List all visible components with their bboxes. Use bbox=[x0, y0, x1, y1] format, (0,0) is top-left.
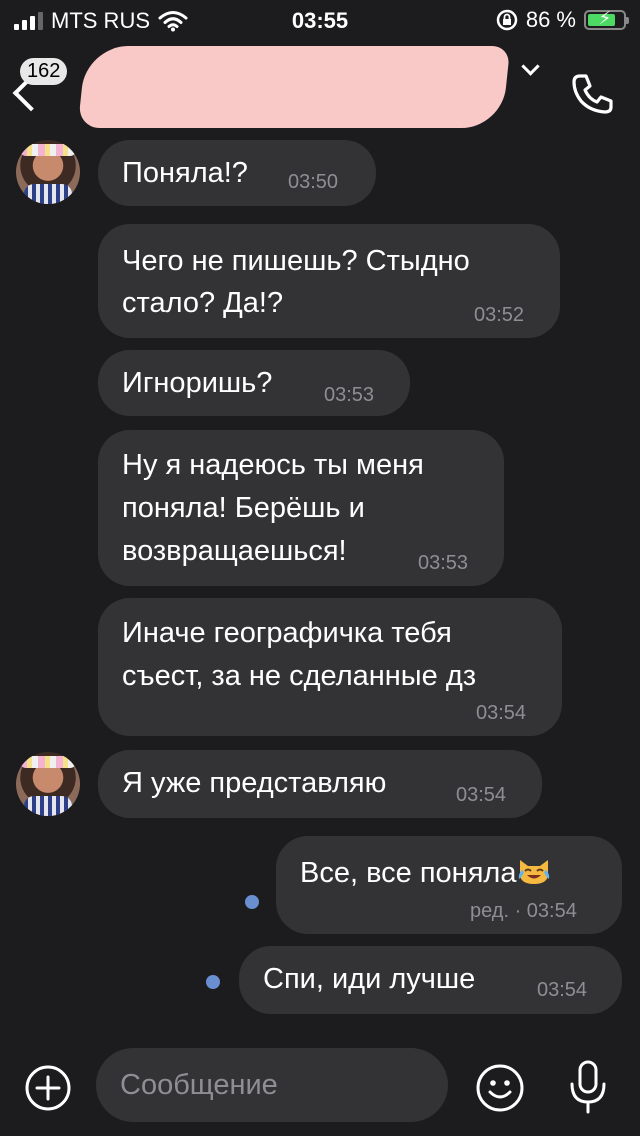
message-bubble[interactable]: Ну я надеюсь ты меня поняла! Берёшь и во… bbox=[98, 430, 504, 586]
message-bubble[interactable]: Спи, иди лучше 03:54 bbox=[239, 946, 622, 1014]
emoji-icon[interactable] bbox=[474, 1062, 526, 1114]
message-text: съест, за не сделанные дз bbox=[122, 660, 477, 692]
message-time: 03:54 bbox=[537, 979, 588, 1001]
battery-percent: 86 % bbox=[525, 7, 576, 32]
phone-icon[interactable] bbox=[568, 70, 616, 118]
message-text: Иначе географичка тебя bbox=[122, 617, 452, 649]
message-bubble[interactable]: Поняла!? 03:50 bbox=[98, 140, 376, 206]
redacted-contact-name[interactable] bbox=[77, 46, 511, 128]
plus-icon[interactable] bbox=[24, 1064, 72, 1112]
message-text: Все, все поняла bbox=[300, 852, 552, 894]
message-time: 03:54 bbox=[456, 784, 507, 806]
message-text: стало? Да!? bbox=[122, 287, 284, 319]
status-bar: MTS RUS 03:55 86 % ⚡ bbox=[0, 0, 640, 40]
message-text: поняла! Берёшь и bbox=[122, 492, 365, 524]
message-text: Поняла!? bbox=[122, 157, 248, 189]
message-time: 03:52 bbox=[474, 304, 525, 326]
message-time: ред. · 03:54 bbox=[470, 900, 577, 922]
crying-laughing-cat-icon bbox=[519, 860, 550, 884]
message-time: 03:53 bbox=[418, 552, 469, 574]
message-time: 03:54 bbox=[476, 702, 527, 724]
message-text: Спи, иди лучше bbox=[263, 963, 476, 995]
message-text: возвращаешься! bbox=[122, 535, 347, 567]
unread-indicator bbox=[245, 895, 259, 909]
message-text-content: Все, все поняла bbox=[300, 857, 517, 889]
message-text: Игноришь? bbox=[122, 367, 273, 399]
chat-header: 162 bbox=[0, 40, 640, 132]
microphone-icon[interactable] bbox=[562, 1058, 614, 1116]
battery-icon: ⚡ bbox=[584, 8, 629, 30]
message-bubble[interactable]: Иначе географичка тебя съест, за не сдел… bbox=[98, 598, 562, 736]
unread-indicator bbox=[206, 975, 220, 989]
message-time: 03:50 bbox=[288, 171, 339, 193]
message-text: Я уже представляю bbox=[122, 767, 387, 799]
message-input-bar bbox=[0, 1040, 640, 1136]
back-button[interactable]: 162 bbox=[0, 40, 80, 132]
message-bubble[interactable]: Чего не пишешь? Стыдно стало? Да!? 03:52 bbox=[98, 224, 560, 338]
message-bubble[interactable]: Я уже представляю 03:54 bbox=[98, 750, 542, 818]
message-time: 03:53 bbox=[324, 384, 375, 406]
chevron-down-icon[interactable] bbox=[521, 57, 540, 76]
lock-rotation-icon bbox=[496, 9, 518, 31]
message-bubble[interactable]: Игноришь? 03:53 bbox=[98, 350, 410, 416]
avatar[interactable] bbox=[16, 752, 80, 816]
unread-count-badge: 162 bbox=[20, 58, 68, 85]
message-text: Чего не пишешь? Стыдно bbox=[122, 245, 470, 277]
message-input[interactable] bbox=[96, 1048, 448, 1122]
message-bubble[interactable]: Все, все поняла ред. · 03:54 bbox=[276, 836, 622, 934]
avatar[interactable] bbox=[16, 140, 80, 204]
message-text: Ну я надеюсь ты меня bbox=[122, 449, 424, 481]
